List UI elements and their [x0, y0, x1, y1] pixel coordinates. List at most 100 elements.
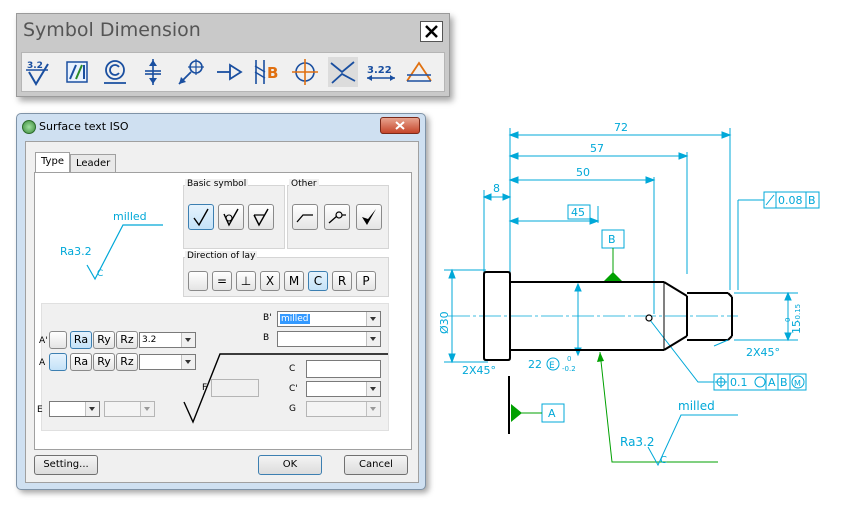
field-e-select[interactable]	[49, 401, 100, 417]
row-a-prime-ry-button[interactable]: Ry	[93, 331, 115, 349]
lay-particulate-button[interactable]: P	[356, 271, 376, 291]
dim-72: 72	[614, 121, 628, 134]
setting-button[interactable]: Setting...	[34, 455, 98, 475]
hatch-label-tool-button[interactable]: B	[252, 57, 282, 87]
ok-button[interactable]: OK	[258, 455, 322, 475]
weld-symbol-tool-button[interactable]	[62, 57, 92, 87]
close-icon	[395, 121, 405, 130]
field-c-prime-label: C'	[289, 384, 298, 394]
symbol-dimension-toolbar: Symbol Dimension 3.2 B 3.22	[16, 13, 450, 97]
dim-8: 8	[493, 182, 500, 195]
row-a-toggle[interactable]	[49, 353, 67, 371]
lay-none-button[interactable]	[188, 271, 208, 291]
dimension-lines	[448, 131, 792, 364]
center-mark-tool-button[interactable]	[290, 57, 320, 87]
weld-symbol-tool-icon	[66, 61, 88, 83]
center-hole-symbol-tool-button[interactable]	[100, 57, 130, 87]
position-tolerance: 0.1	[730, 376, 748, 389]
field-g-select[interactable]	[306, 401, 381, 417]
field-c-input[interactable]	[306, 360, 381, 378]
tab-type[interactable]: Type	[35, 152, 70, 173]
datum-a-triangle	[511, 404, 522, 422]
other-symbol-group	[287, 185, 389, 249]
surface-lay: C	[660, 455, 667, 466]
row-a-prime-label: A'	[39, 336, 48, 346]
dim-dia30: Ø30	[438, 311, 451, 334]
leader-target-tool-button[interactable]	[176, 57, 206, 87]
runout-datum: B	[808, 194, 816, 207]
lay-crossed-button[interactable]: X	[260, 271, 280, 291]
row-a-label: A	[39, 358, 46, 368]
surface-removal-required-icon	[253, 208, 269, 227]
basic-symbol-removal-button[interactable]	[248, 204, 274, 230]
row-a-value-select[interactable]	[139, 354, 196, 370]
toolbar-title: Symbol Dimension	[23, 19, 201, 41]
other-symbol-slope-button[interactable]	[292, 204, 318, 230]
basic-symbol-any-button[interactable]	[188, 204, 214, 230]
row-a-prime-ra-button[interactable]: Ra	[70, 331, 92, 349]
row-a-prime-value-select[interactable]: 3.2	[139, 332, 196, 348]
dialog-close-button[interactable]	[380, 117, 420, 134]
hatch-label-tool-text: B	[267, 64, 278, 82]
taper-symbol-tool-icon	[406, 61, 432, 82]
hatch-label-tool-icon: B	[254, 60, 278, 84]
field-c-label: C	[289, 364, 296, 374]
datum-b-label: B	[608, 233, 616, 246]
other-label: Other	[289, 179, 319, 189]
preview-lay: C	[97, 269, 104, 279]
field-c-prime-select[interactable]	[306, 381, 381, 397]
tab-leader[interactable]: Leader	[70, 154, 117, 173]
preview-symbol-graphic	[86, 224, 163, 281]
dialog-title: Surface text ISO	[39, 120, 129, 133]
lay-circular-button[interactable]: C	[308, 271, 328, 291]
toolbar-close-button[interactable]	[420, 21, 443, 42]
app-icon	[22, 120, 36, 134]
field-b-select[interactable]	[277, 331, 381, 347]
surface-symbol-tool-button[interactable]: 3.2	[24, 57, 54, 87]
chevron-down-icon	[181, 333, 195, 347]
other-symbol-filled-button[interactable]	[356, 204, 382, 230]
lay-radial-button[interactable]: R	[332, 271, 352, 291]
cut-symbol-tool-button[interactable]	[328, 57, 358, 87]
slope-line-icon	[296, 214, 313, 223]
basic-symbol-no-removal-button[interactable]	[218, 204, 244, 230]
extension-lines	[444, 128, 798, 363]
surface-text: milled	[678, 399, 715, 413]
row-a-prime-toggle[interactable]	[49, 331, 67, 349]
field-e2-select[interactable]	[104, 401, 155, 417]
center-mark-tool-icon	[292, 59, 318, 85]
row-a-ra-button[interactable]: Ra	[70, 353, 92, 371]
field-f-label: F	[202, 383, 208, 393]
row-a-rz-button[interactable]: Rz	[116, 353, 138, 371]
lay-multi-button[interactable]: M	[284, 271, 304, 291]
filled-check-icon	[362, 209, 376, 225]
lay-perpendicular-button[interactable]: ⊥	[236, 271, 256, 291]
taper-symbol-tool-button[interactable]	[404, 57, 434, 87]
close-icon	[425, 25, 438, 38]
datum-target-tool-button[interactable]	[138, 57, 168, 87]
dim-22: 22	[528, 358, 542, 371]
dimension-number-tool-icon: 3.22	[367, 65, 395, 81]
other-symbol-circle-button[interactable]	[324, 204, 350, 230]
datum-a-label: A	[548, 407, 556, 420]
field-b-label: B	[263, 333, 270, 343]
chevron-down-icon	[366, 402, 380, 416]
field-f-input[interactable]	[211, 379, 259, 397]
dimension-number-tool-button[interactable]: 3.22	[366, 57, 396, 87]
dim-50: 50	[576, 166, 590, 179]
row-a-prime-rz-button[interactable]: Rz	[116, 331, 138, 349]
circle-leader-icon	[328, 211, 346, 224]
lay-parallel-button[interactable]: =	[212, 271, 232, 291]
cancel-button[interactable]: Cancel	[344, 455, 408, 475]
datum-identifier-tool-icon	[217, 63, 243, 81]
chevron-down-icon	[140, 402, 154, 416]
row-a-ry-button[interactable]: Ry	[93, 353, 115, 371]
field-g-label: G	[289, 404, 296, 414]
field-b-prime-select[interactable]: milled	[277, 311, 381, 327]
surface-roughness: Ra3.2	[620, 435, 655, 449]
surface-symbol-tool-icon: 3.2	[26, 61, 49, 86]
dim-57: 57	[590, 142, 604, 155]
runout-tolerance: 0.08	[778, 194, 803, 207]
dialog-body: Type Leader milled Ra 3.2 C Basic symbol …	[25, 141, 419, 483]
datum-identifier-tool-button[interactable]	[214, 57, 244, 87]
